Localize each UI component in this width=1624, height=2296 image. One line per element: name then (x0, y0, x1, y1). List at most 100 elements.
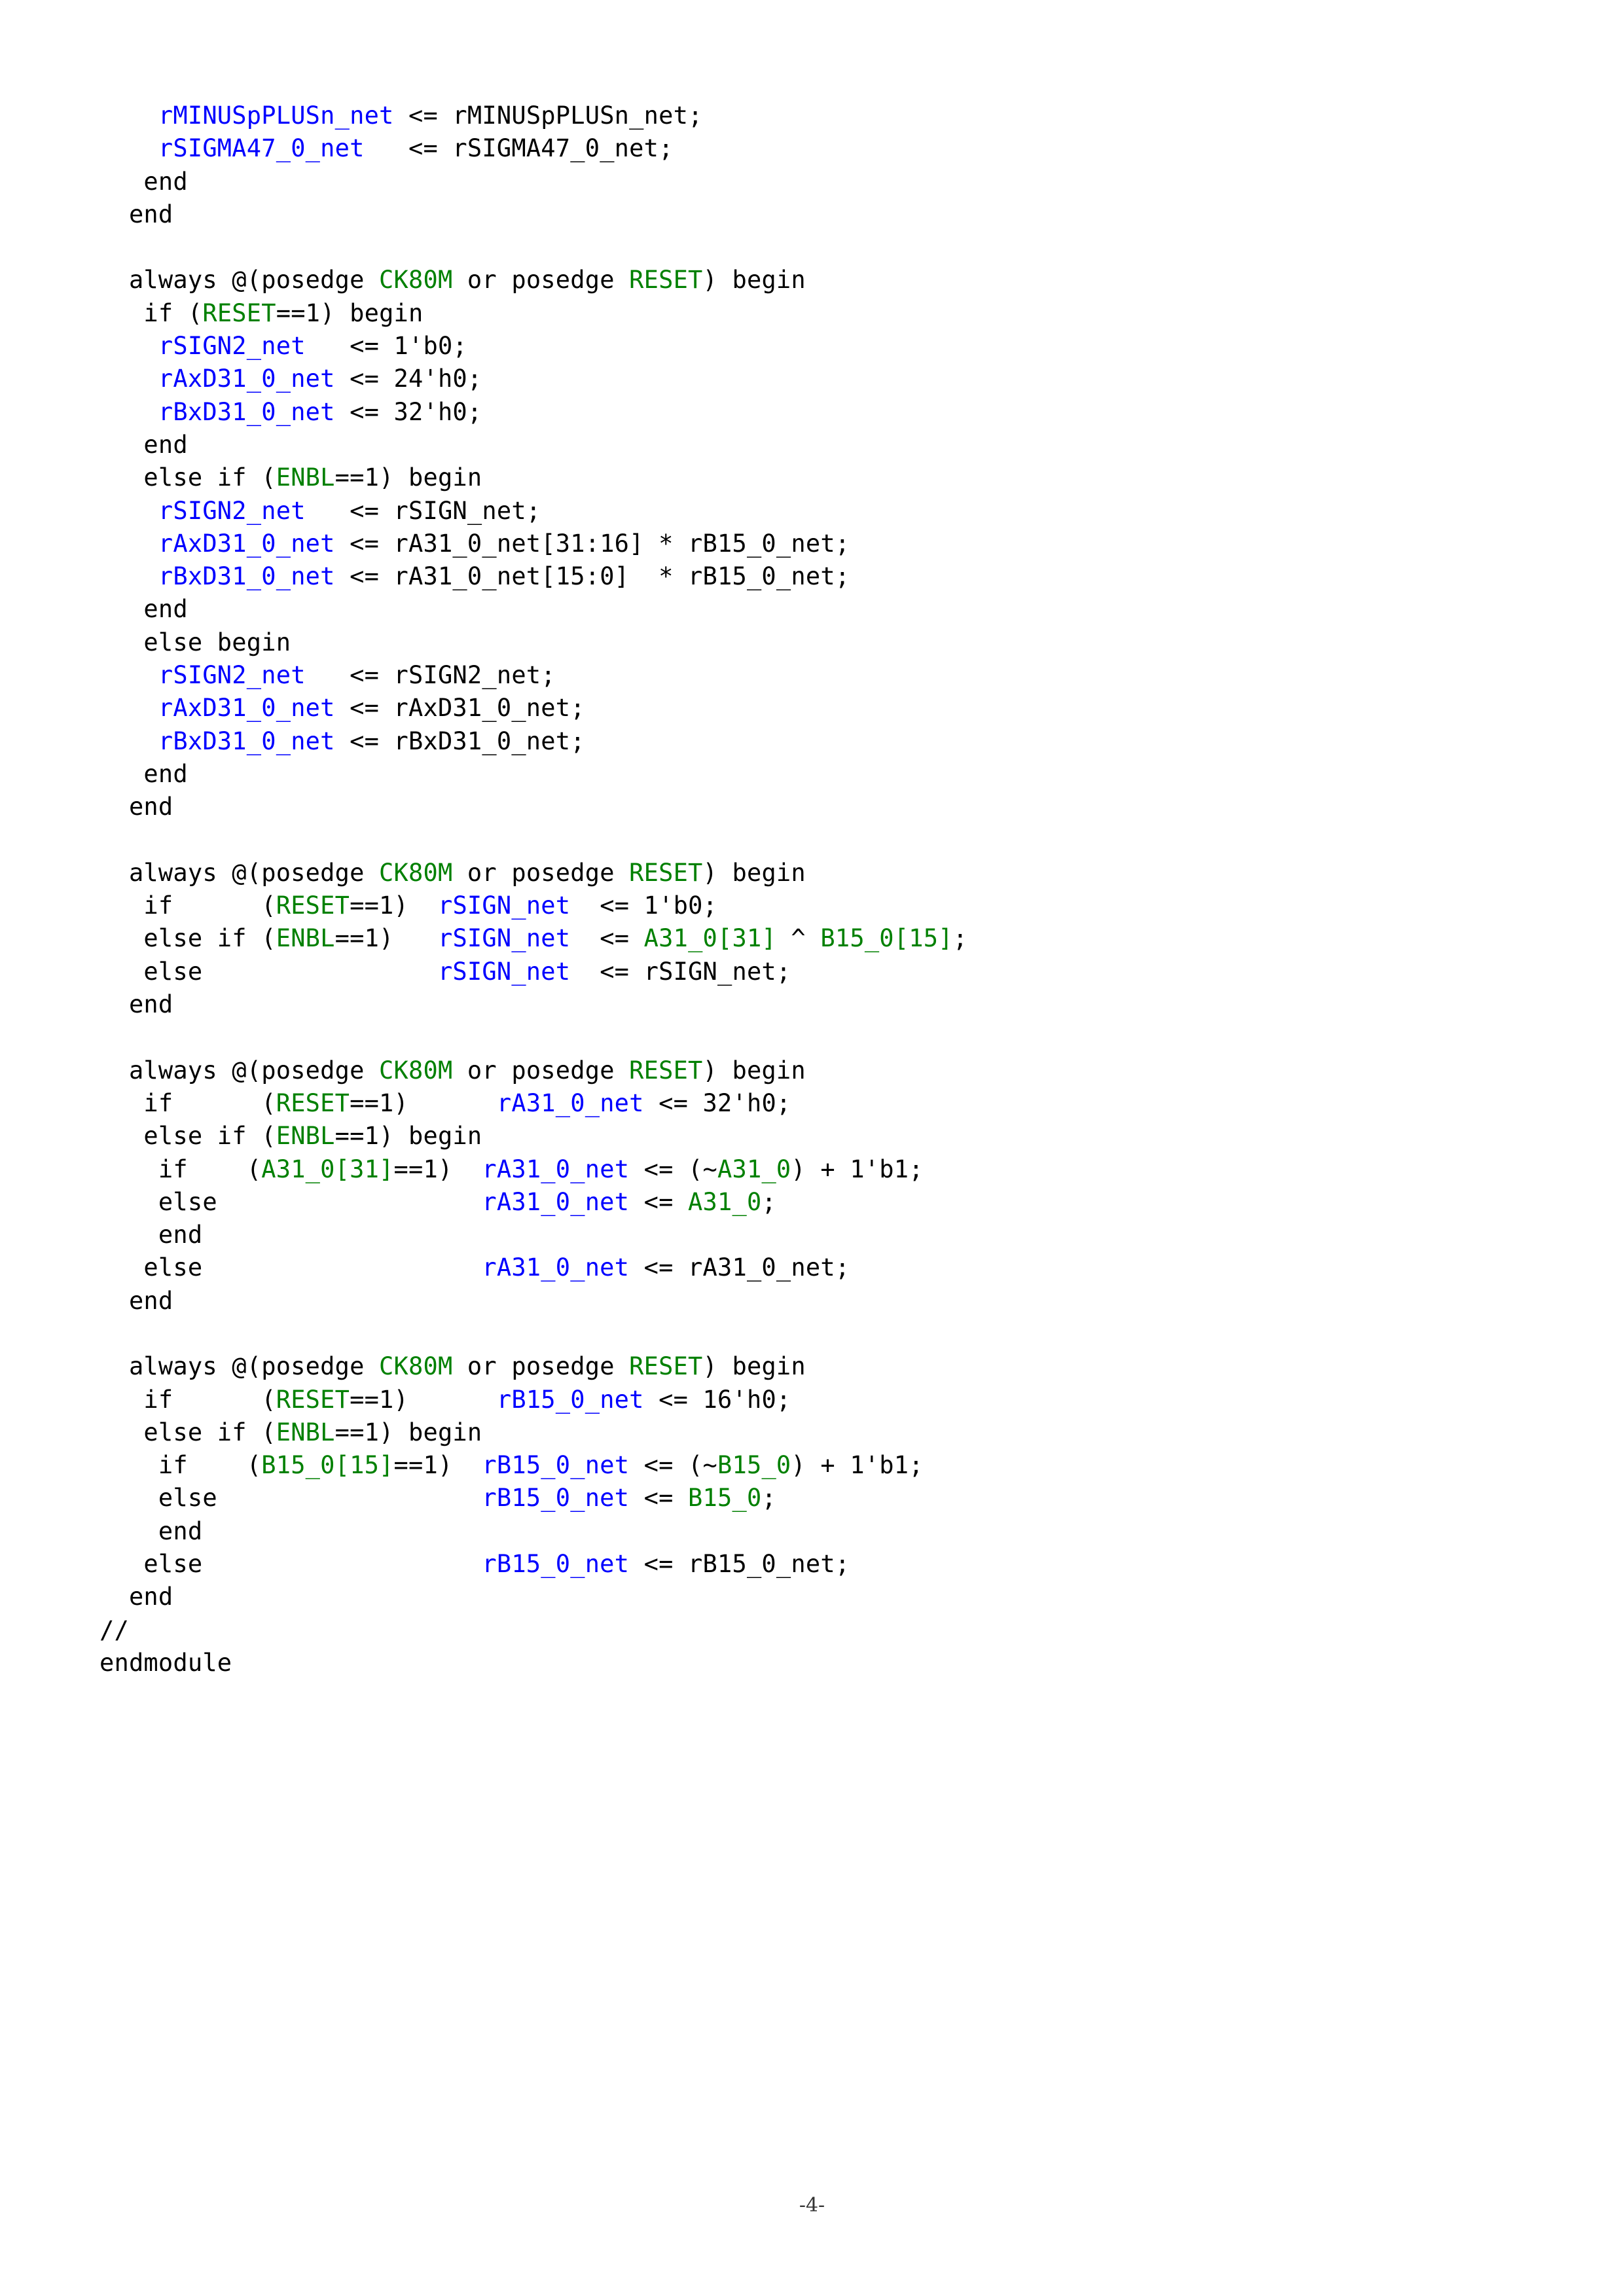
code-line: end (99, 1581, 967, 1613)
code-text: if ( (99, 1155, 262, 1183)
code-line: always @(posedge CK80M or posedge RESET)… (99, 857, 967, 889)
code-text: ==1) (350, 891, 438, 920)
code-line: else if (ENBL==1) rSIGN_net <= A31_0[31]… (99, 922, 967, 955)
code-text: always @(posedge (99, 1352, 380, 1381)
signal-name: RESET (629, 858, 703, 887)
code-line: if (RESET==1) rB15_0_net <= 16'h0; (99, 1384, 967, 1416)
code-text: else (99, 1550, 482, 1579)
code-text: if ( (99, 1451, 262, 1480)
code-text: or posedge (452, 1352, 630, 1381)
code-text: else if ( (99, 924, 276, 953)
code-text: <= 24'h0; (334, 365, 482, 393)
code-text: ==1) (393, 1451, 482, 1480)
code-text: ==1) (334, 924, 438, 953)
code-line: if (RESET==1) begin (99, 297, 967, 330)
code-text: <= 16'h0; (643, 1385, 791, 1414)
code-text: else if ( (99, 1418, 276, 1446)
code-text: <= rMINUSpPLUSn_net; (393, 101, 703, 130)
code-line: end (99, 593, 967, 626)
code-line: end (99, 429, 967, 461)
code-line: endmodule (99, 1647, 967, 1679)
code-text: <= rSIGN_net; (570, 957, 791, 986)
signal-name: RESET (276, 891, 350, 920)
signal-name: ENBL (276, 1418, 335, 1446)
code-line: else if (ENBL==1) begin (99, 1416, 967, 1449)
code-text: <= rBxD31_0_net; (334, 726, 585, 755)
code-line: else rA31_0_net <= A31_0; (99, 1186, 967, 1219)
signal-name: A31_0[31] (261, 1155, 394, 1183)
code-text: end (99, 1516, 203, 1545)
code-text: <= rB15_0_net; (629, 1550, 850, 1579)
code-text: if ( (99, 1385, 276, 1414)
code-line: end (99, 166, 967, 198)
signal-name: RESET (629, 1352, 703, 1381)
code-text: ; (952, 924, 968, 953)
document-page: rMINUSpPLUSn_net <= rMINUSpPLUSn_net; rS… (0, 0, 1624, 2296)
code-line: rAxD31_0_net <= rAxD31_0_net; (99, 692, 967, 725)
code-text: ) begin (702, 858, 806, 887)
code-text: ) + 1'b1; (791, 1451, 924, 1480)
code-line: else rB15_0_net <= rB15_0_net; (99, 1548, 967, 1581)
code-text: ^ (776, 924, 821, 953)
register-name: rSIGN_net (437, 957, 571, 986)
code-text: <= rSIGN_net; (305, 496, 541, 525)
register-name: rAxD31_0_net (158, 694, 335, 723)
code-line: if (RESET==1) rA31_0_net <= 32'h0; (99, 1087, 967, 1120)
code-line: end (99, 758, 967, 791)
signal-name: RESET (202, 298, 276, 327)
code-line: rBxD31_0_net <= rA31_0_net[15:0] * rB15_… (99, 560, 967, 593)
code-line: if (RESET==1) rSIGN_net <= 1'b0; (99, 889, 967, 922)
code-line: rAxD31_0_net <= 24'h0; (99, 363, 967, 395)
register-name: rBxD31_0_net (158, 726, 335, 755)
register-name: rA31_0_net (496, 1088, 644, 1117)
code-line: rSIGMA47_0_net <= rSIGMA47_0_net; (99, 132, 967, 165)
signal-name: B15_0 (688, 1484, 762, 1513)
signal-name: A31_0 (688, 1187, 762, 1216)
code-text: end (99, 1286, 173, 1315)
code-text: end (99, 595, 188, 624)
code-line: end (99, 1285, 967, 1318)
code-line: else if (ENBL==1) begin (99, 1120, 967, 1153)
code-line: else rB15_0_net <= B15_0; (99, 1482, 967, 1515)
code-line: else if (ENBL==1) begin (99, 461, 967, 494)
register-name: rA31_0_net (482, 1253, 630, 1282)
signal-name: RESET (629, 266, 703, 295)
code-line: always @(posedge CK80M or posedge RESET)… (99, 264, 967, 296)
code-text: <= rA31_0_net; (629, 1253, 850, 1282)
code-text: ==1) (350, 1385, 497, 1414)
code-text: <= (570, 924, 644, 953)
code-text: <= 1'b0; (570, 891, 718, 920)
code-text: end (99, 430, 188, 459)
code-text: end (99, 793, 173, 821)
code-line: rMINUSpPLUSn_net <= rMINUSpPLUSn_net; (99, 99, 967, 132)
code-text: or posedge (452, 1056, 630, 1085)
code-text: or posedge (452, 266, 630, 295)
code-text: else (99, 1253, 482, 1282)
code-text: ==1) (393, 1155, 482, 1183)
register-name: rSIGN2_net (158, 332, 306, 361)
signal-name: A31_0 (717, 1155, 791, 1183)
code-line: end (99, 1219, 967, 1251)
code-text: if ( (99, 891, 276, 920)
code-text: ==1) (350, 1088, 497, 1117)
register-name: rBxD31_0_net (158, 562, 335, 591)
page-number: -4- (799, 2194, 825, 2217)
code-text: <= rSIGN2_net; (305, 661, 556, 690)
code-line: end (99, 1515, 967, 1548)
code-text: <= 32'h0; (334, 397, 482, 426)
signal-name: ENBL (276, 924, 335, 953)
register-name: rB15_0_net (482, 1550, 630, 1579)
code-text: ) begin (702, 1352, 806, 1381)
code-text: end (99, 990, 173, 1019)
code-text: ) begin (702, 266, 806, 295)
